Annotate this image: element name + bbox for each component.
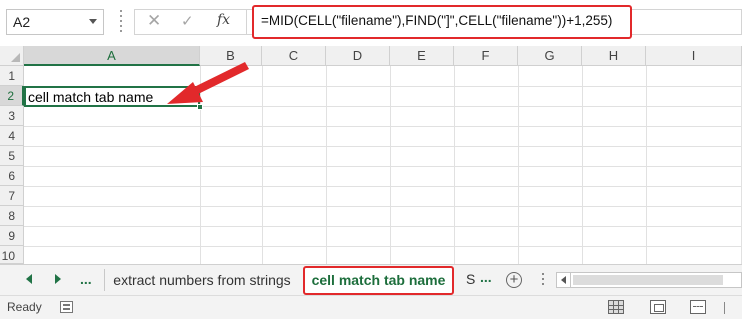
page-layout-view-icon[interactable] [650,300,666,314]
cancel-icon[interactable]: ✕ [147,11,161,31]
tab-divider [104,269,105,291]
formula-bar: A2 ✕ ✓ fx =MID(CELL("filename"),FIND("]"… [0,0,742,46]
formula-bar-splitter[interactable] [120,10,122,34]
insert-function-button[interactable]: fx [217,12,230,28]
sheet-tab-bar: ... extract numbers from strings cell ma… [0,264,742,295]
formula-text-highlighted[interactable]: =MID(CELL("filename"),FIND("]",CELL("fil… [252,5,632,39]
formula-buttons: ✕ ✓ fx [134,9,246,35]
status-bar: Ready [0,295,742,319]
scrollbar-thumb[interactable] [573,275,723,285]
status-text: Ready [7,300,42,314]
normal-view-icon[interactable] [608,300,624,314]
more-sheets-right-button[interactable]: ... [480,269,492,285]
more-sheets-left-button[interactable]: ... [80,271,92,287]
zoom-divider [724,302,725,314]
red-arrow-annotation [167,62,249,104]
chevron-down-icon[interactable] [89,19,97,24]
scroll-tabs-left-icon[interactable] [26,274,32,284]
page-break-preview-icon[interactable] [690,300,706,314]
add-sheet-icon[interactable]: + [506,272,522,288]
sheet-tab-partial[interactable]: S [466,271,475,287]
sheet-tab-extract-numbers[interactable]: extract numbers from strings [106,265,298,295]
scroll-left-arrow-icon[interactable] [557,273,571,287]
sheet-tab-cell-match-tab-name[interactable]: cell match tab name [303,266,454,295]
spreadsheet-grid[interactable]: A B C D E F G H I 1 2 3 4 5 6 7 8 9 10 c… [0,46,742,264]
enter-check-icon[interactable]: ✓ [181,12,194,30]
tab-splitter-handle[interactable] [542,273,544,287]
horizontal-scrollbar[interactable] [556,272,742,288]
macro-recording-icon[interactable] [60,301,73,313]
name-box[interactable]: A2 [6,9,104,35]
name-box-value: A2 [13,14,31,30]
scroll-tabs-right-icon[interactable] [55,274,61,284]
